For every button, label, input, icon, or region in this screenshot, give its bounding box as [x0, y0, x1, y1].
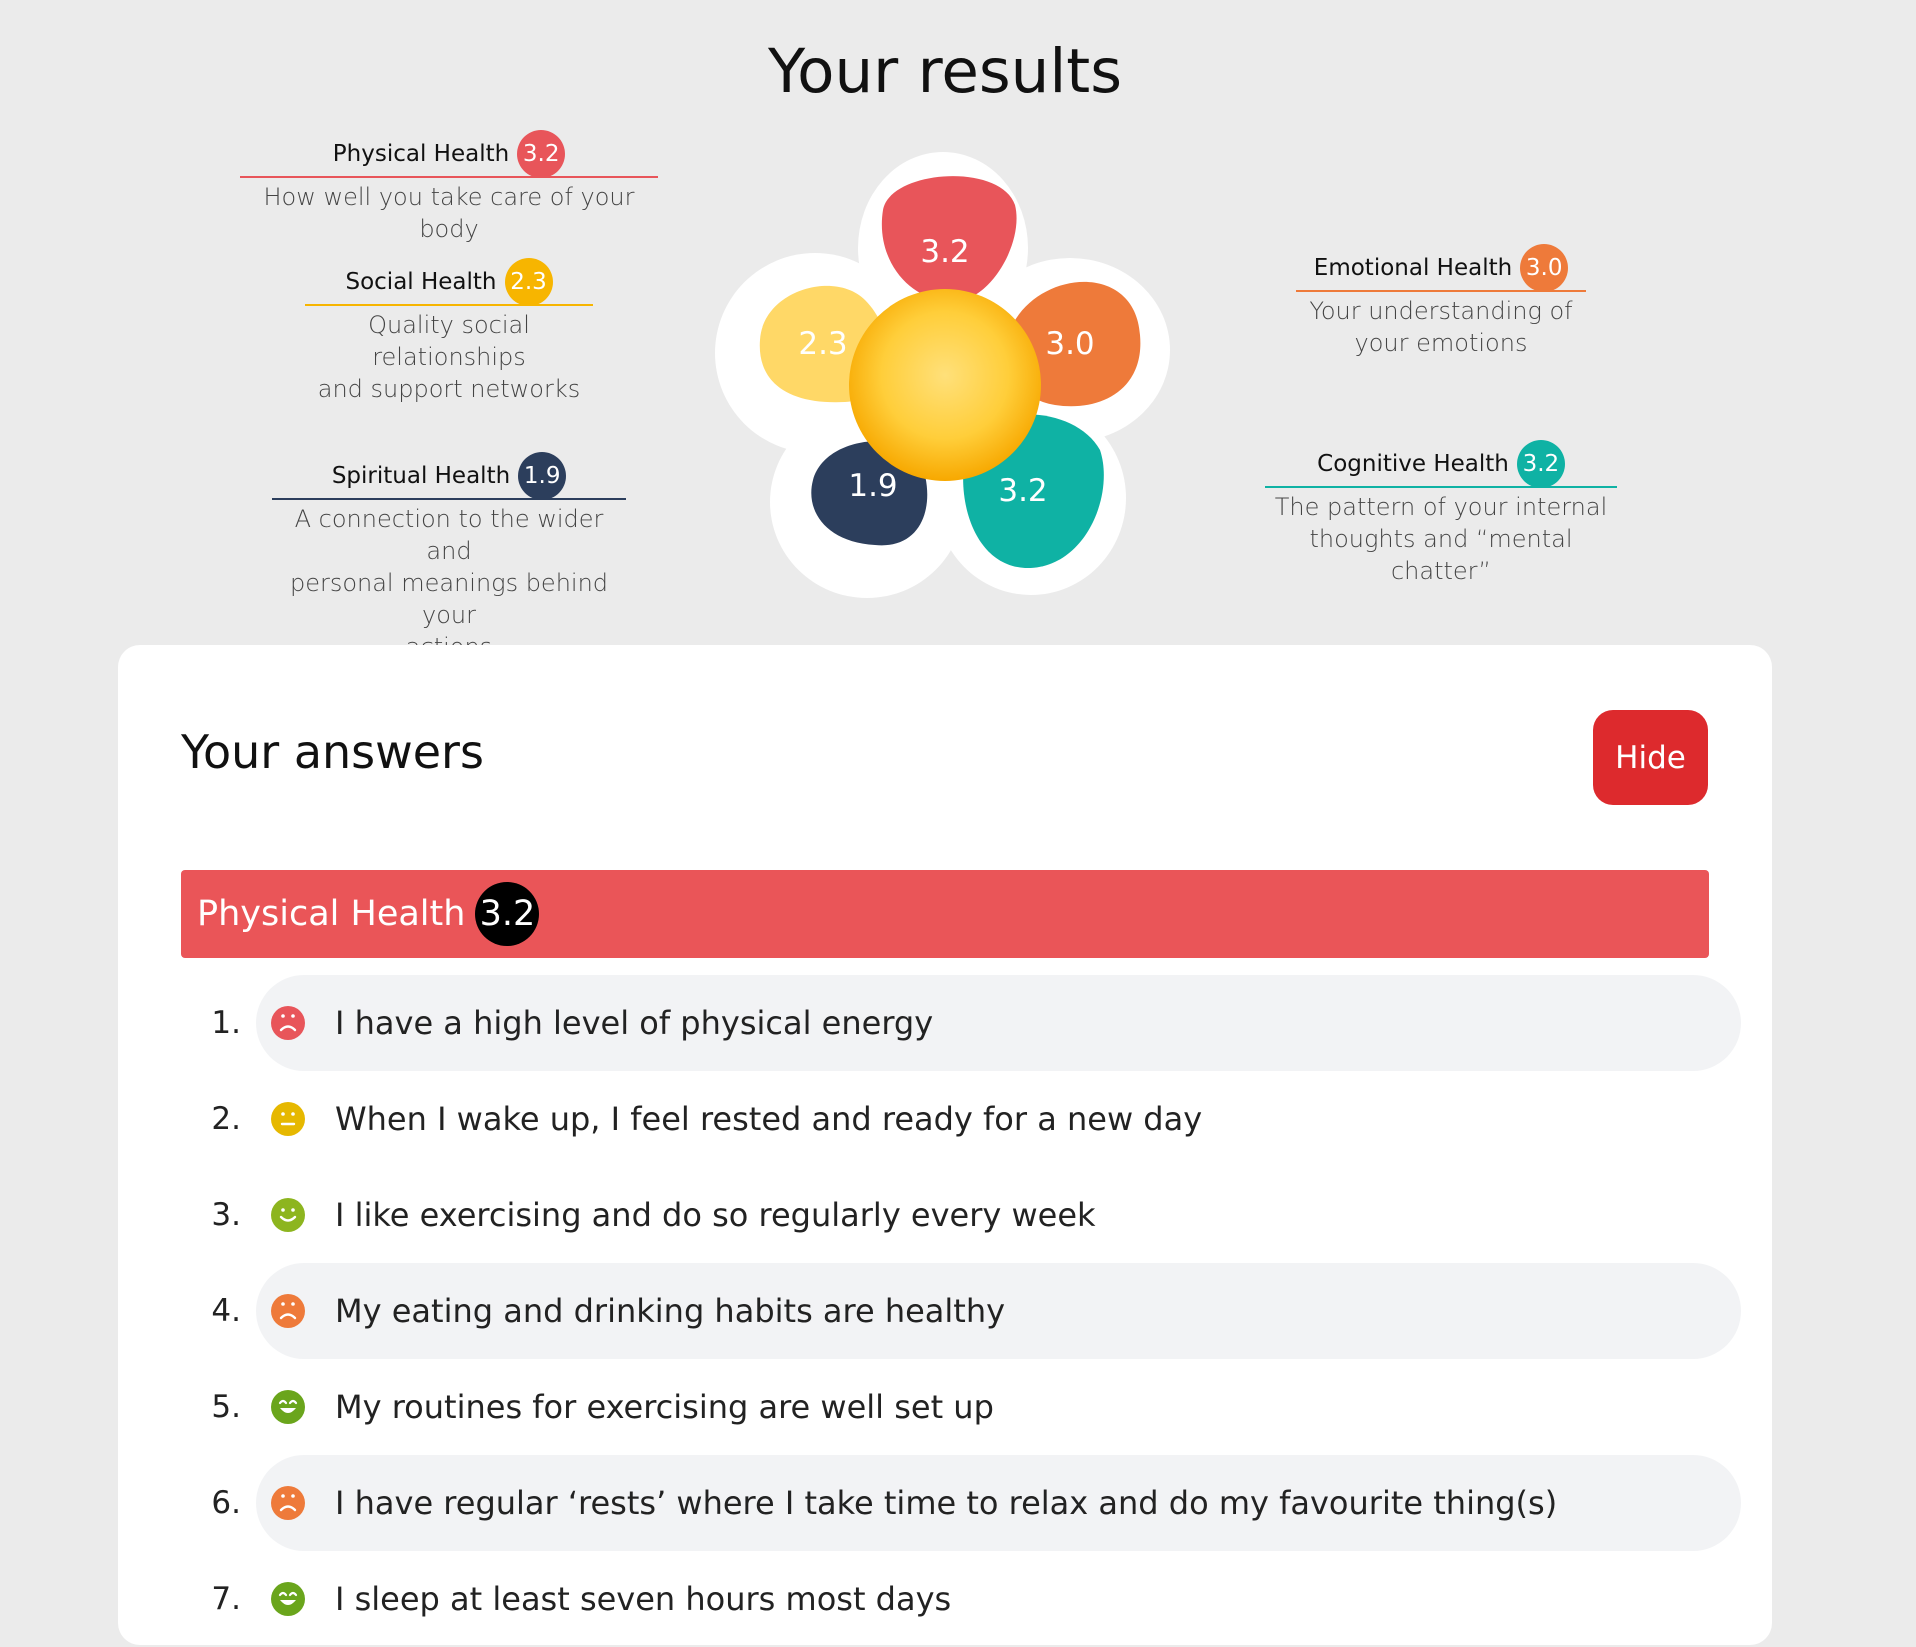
answers-title: Your answers: [181, 725, 484, 779]
legend-divider: [240, 176, 658, 178]
legend-cognitive-desc-1: The pattern of your internal: [1274, 493, 1608, 521]
petal-spiritual-score: 1.9: [848, 468, 897, 504]
legend-cognitive: Cognitive Health 3.2 The pattern of your…: [1265, 440, 1617, 587]
question-number: 4.: [211, 1293, 241, 1329]
flower-center: [849, 289, 1041, 481]
legend-cognitive-header: Cognitive Health 3.2: [1265, 440, 1617, 488]
results-flower: 3.2 3.0 3.2 1.9 2.3: [715, 152, 1170, 598]
question-row: 6. I have regular ‘rests’ where I take ti…: [181, 1455, 1741, 1551]
legend-physical-desc: How well you take care of your body: [263, 183, 635, 243]
legend-physical: Physical Health 3.2 How well you take ca…: [240, 130, 658, 245]
legend-social: Social Health 2.3 Quality social relatio…: [305, 258, 593, 405]
smile-face-icon: [271, 1198, 305, 1232]
legend-social-desc-2: and support networks: [317, 375, 581, 403]
category-score-badge: 3.2: [475, 882, 540, 946]
petal-cognitive-score: 3.2: [998, 473, 1047, 509]
question-number: 2.: [211, 1101, 241, 1137]
question-text: When I wake up, I feel rested and ready …: [335, 1100, 1203, 1138]
petal-emotional-score: 3.0: [1045, 326, 1094, 362]
question-text: I have regular ‘rests’ where I take time…: [335, 1484, 1558, 1522]
legend-physical-header: Physical Health 3.2: [240, 130, 658, 178]
question-row: 1. I have a high level of physical energy: [181, 975, 1741, 1071]
sad-face-icon: [271, 1006, 305, 1040]
legend-divider: [272, 498, 626, 500]
question-row: 3. I like exercising and do so regularly …: [181, 1167, 1741, 1263]
sad-face-icon: [271, 1486, 305, 1520]
question-row: 7. I sleep at least seven hours most days: [181, 1551, 1741, 1647]
category-name: Physical Health: [197, 894, 466, 934]
grin-face-icon: [271, 1390, 305, 1424]
legend-cognitive-score: 3.2: [1516, 440, 1565, 488]
legend-cognitive-name: Cognitive Health: [1317, 451, 1509, 477]
legend-spiritual-header: Spiritual Health 1.9: [272, 452, 626, 500]
legend-divider: [1296, 290, 1586, 292]
category-header-physical: Physical Health 3.2: [181, 870, 1709, 958]
question-row: 5. My routines for exercising are well se…: [181, 1359, 1741, 1455]
question-number: 3.: [211, 1197, 241, 1233]
question-number: 5.: [211, 1389, 241, 1425]
question-row: 4. My eating and drinking habits are heal…: [181, 1263, 1741, 1359]
question-text: I have a high level of physical energy: [335, 1004, 934, 1042]
legend-spiritual-desc-1: A connection to the wider and: [294, 505, 604, 565]
question-text: My routines for exercising are well set …: [335, 1388, 994, 1426]
legend-spiritual-name: Spiritual Health: [331, 463, 511, 489]
legend-emotional-desc-2: your emotions: [1354, 329, 1528, 357]
legend-emotional: Emotional Health 3.0 Your understanding …: [1296, 244, 1586, 359]
petal-social-score: 2.3: [798, 326, 847, 362]
legend-social-score: 2.3: [504, 258, 553, 306]
legend-social-name: Social Health: [345, 269, 497, 295]
question-number: 6.: [211, 1485, 241, 1521]
legend-social-header: Social Health 2.3: [305, 258, 593, 306]
legend-emotional-desc-1: Your understanding of: [1309, 297, 1573, 325]
petal-physical-score: 3.2: [920, 234, 969, 270]
legend-emotional-name: Emotional Health: [1313, 255, 1513, 281]
grin-face-icon: [271, 1582, 305, 1616]
legend-spiritual-desc-2: personal meanings behind your: [289, 569, 609, 629]
question-number: 1.: [211, 1005, 241, 1041]
hide-button[interactable]: Hide: [1593, 710, 1708, 805]
legend-emotional-score: 3.0: [1520, 244, 1569, 292]
legend-physical-score: 3.2: [517, 130, 566, 178]
neutral-face-icon: [271, 1102, 305, 1136]
question-row: 2. When I wake up, I feel rested and read…: [181, 1071, 1741, 1167]
legend-emotional-header: Emotional Health 3.0: [1296, 244, 1586, 292]
legend-divider: [305, 304, 593, 306]
question-text: My eating and drinking habits are health…: [335, 1292, 1006, 1330]
legend-cognitive-desc-2: thoughts and “mental chatter”: [1309, 525, 1573, 585]
question-number: 7.: [211, 1581, 241, 1617]
question-text: I sleep at least seven hours most days: [335, 1580, 952, 1618]
answers-panel: Your answers Hide Physical Health 3.2 1.…: [118, 645, 1772, 1645]
page-title: Your results: [768, 36, 1122, 107]
legend-divider: [1265, 486, 1617, 488]
question-text: I like exercising and do so regularly ev…: [335, 1196, 1096, 1234]
legend-spiritual-score: 1.9: [518, 452, 567, 500]
legend-spiritual: Spiritual Health 1.9 A connection to the…: [272, 452, 626, 663]
legend-physical-name: Physical Health: [332, 141, 510, 167]
legend-social-desc-1: Quality social relationships: [368, 311, 530, 371]
sad-face-icon: [271, 1294, 305, 1328]
question-list: 1. I have a high level of physical energy…: [181, 975, 1741, 1647]
